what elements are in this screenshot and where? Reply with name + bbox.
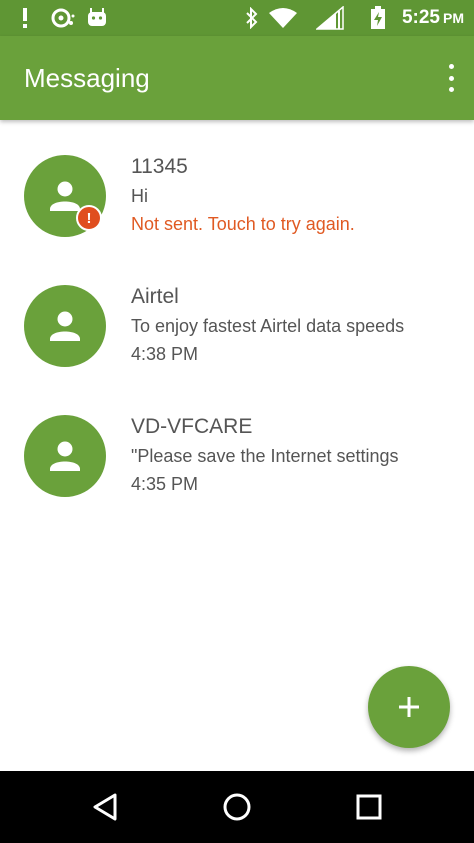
notification-alert-icon — [20, 0, 30, 36]
person-icon — [50, 311, 80, 341]
back-icon — [93, 793, 117, 821]
conversation-name: 11345 — [131, 155, 188, 178]
wifi-icon — [268, 0, 298, 36]
new-message-button[interactable] — [368, 666, 450, 748]
add-icon — [399, 697, 419, 717]
messaging-screen: 5:25 PM Messaging ! 11345 Hi Not sent. To… — [0, 0, 474, 843]
conversation-name: VD-VFCARE — [131, 415, 253, 438]
app-bar: Messaging — [0, 36, 474, 120]
avatar — [24, 415, 106, 497]
status-time: 5:25 PM — [401, 7, 464, 28]
back-button[interactable] — [65, 771, 145, 843]
conversation-snippet: Hi — [131, 186, 148, 206]
recents-icon — [356, 794, 382, 820]
app-title: Messaging — [24, 62, 150, 93]
conversation-item[interactable]: Airtel To enjoy fastest Airtel data spee… — [0, 250, 474, 380]
battery-charging-icon — [370, 0, 386, 36]
more-vert-icon[interactable] — [446, 64, 456, 92]
person-icon — [50, 441, 80, 471]
home-icon — [223, 793, 251, 821]
error-icon: ! — [76, 205, 102, 231]
send-error-message: Not sent. Touch to try again. — [131, 214, 355, 234]
bluetooth-icon — [245, 0, 259, 36]
avatar — [24, 285, 106, 367]
home-button[interactable] — [197, 771, 277, 843]
conversation-item[interactable]: VD-VFCARE "Please save the Internet sett… — [0, 380, 474, 510]
cell-signal-icon — [316, 0, 344, 36]
conversation-snippet: "Please save the Internet settings — [131, 446, 399, 466]
navigation-bar — [0, 771, 474, 843]
sync-icon — [50, 0, 76, 36]
android-icon — [86, 0, 108, 36]
conversation-item[interactable]: ! 11345 Hi Not sent. Touch to try again. — [0, 120, 474, 250]
conversation-name: Airtel — [131, 285, 179, 308]
conversation-time: 4:38 PM — [131, 344, 199, 364]
recents-button[interactable] — [329, 771, 409, 843]
conversation-time: 4:35 PM — [131, 474, 199, 494]
conversation-snippet: To enjoy fastest Airtel data speeds — [131, 316, 405, 336]
status-bar: 5:25 PM — [0, 0, 474, 36]
